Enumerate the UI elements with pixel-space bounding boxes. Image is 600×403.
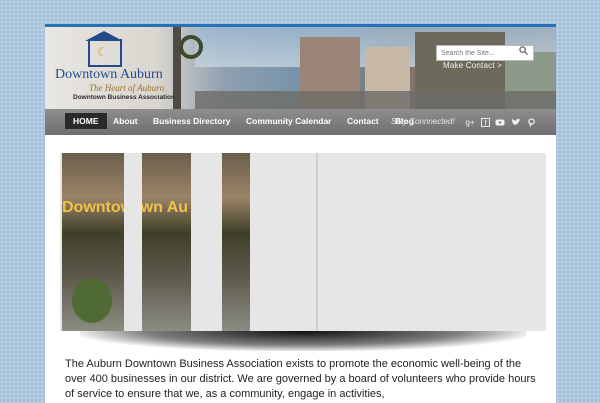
- pinterest-icon[interactable]: [526, 118, 536, 128]
- youtube-icon[interactable]: [495, 118, 505, 128]
- site-logo[interactable]: ☾ Downtown Auburn The Heart of Auburn Do…: [55, 31, 175, 107]
- nav-item-business-directory[interactable]: Business Directory: [145, 113, 238, 129]
- logo-name: Downtown Auburn: [55, 67, 163, 82]
- facebook-icon[interactable]: f: [480, 118, 490, 128]
- google-plus-icon[interactable]: g+: [465, 118, 475, 128]
- svg-text:f: f: [484, 119, 486, 127]
- intro-paragraph: The Auburn Downtown Business Association…: [65, 358, 536, 400]
- slider-divider: [316, 153, 318, 331]
- storefront-sign: Downtown Au: [62, 199, 124, 216]
- make-contact-link[interactable]: Make Contact >: [443, 61, 502, 70]
- search-icon[interactable]: [519, 46, 531, 58]
- storefront-sign: Downtown Au: [142, 199, 189, 216]
- plant-photo: [72, 278, 112, 323]
- logo-association: Downtown Business Association: [73, 94, 175, 101]
- main-nav: HOME About Business Directory Community …: [45, 109, 556, 135]
- twitter-icon[interactable]: [511, 118, 521, 128]
- logo-moon-icon: ☾: [97, 45, 108, 59]
- header-banner: ☾ Downtown Auburn The Heart of Auburn Do…: [45, 27, 556, 109]
- banner-street: [195, 91, 556, 109]
- nav-item-about[interactable]: About: [105, 113, 146, 129]
- wreath-icon: [179, 35, 203, 59]
- page-container: ☾ Downtown Auburn The Heart of Auburn Do…: [45, 24, 556, 403]
- storefront-sign: Downtown Au: [222, 193, 250, 223]
- image-slider[interactable]: Downtown Au Downtown Au Downtown Au: [60, 153, 546, 331]
- storefront-photo: [142, 153, 191, 331]
- slider-panel: Downtown Au: [142, 153, 191, 331]
- slider-panel: Downtown Au: [62, 153, 124, 331]
- storefront-photo: [222, 153, 250, 331]
- nav-item-contact[interactable]: Contact: [339, 113, 387, 129]
- stay-connected-label: Stay Connnected!: [391, 117, 455, 126]
- nav-item-home[interactable]: HOME: [65, 113, 107, 129]
- nav-item-community-calendar[interactable]: Community Calendar: [238, 113, 340, 129]
- slider-shadow: [80, 331, 526, 351]
- slider-panel: Downtown Au: [222, 153, 250, 331]
- logo-tagline: The Heart of Auburn: [89, 83, 165, 93]
